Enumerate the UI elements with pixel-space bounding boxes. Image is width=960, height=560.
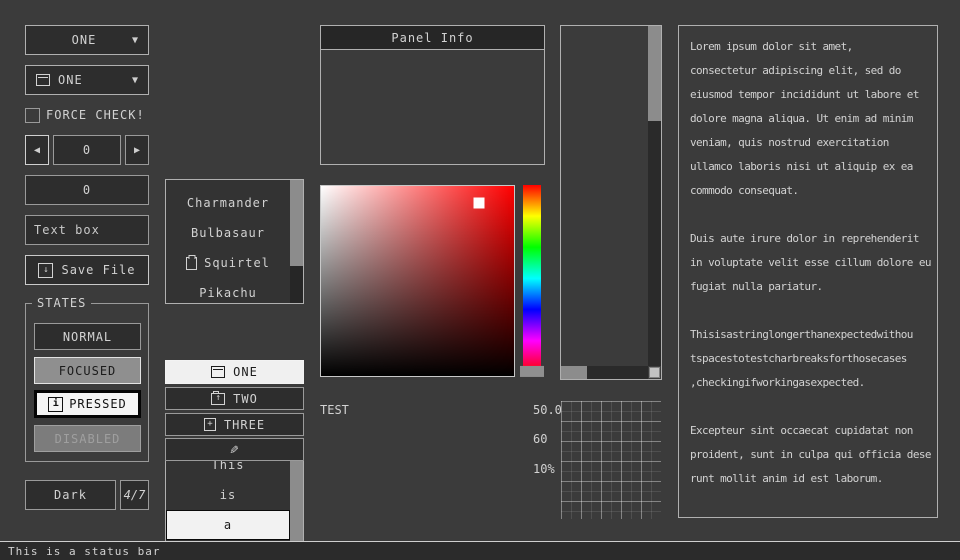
scroll-panel — [560, 25, 662, 380]
text-line: commodo consequat. — [690, 179, 926, 203]
state-button-disabled: DISABLED — [34, 425, 141, 452]
dropdown-two-value: ONE — [58, 73, 132, 87]
scroll-panel-vscrollbar[interactable] — [648, 26, 661, 366]
theme-button[interactable]: Dark — [25, 480, 116, 510]
arrow-right-icon: ▶ — [134, 145, 140, 156]
state-button-focused[interactable]: FOCUSED — [34, 357, 141, 384]
lorem-text-panel: Lorem ipsum dolor sit amet,consectetur a… — [678, 25, 938, 518]
test-slider-label: TEST — [320, 402, 352, 419]
sv-gradient-picker[interactable] — [320, 185, 515, 377]
scroll-panel-hscrollbar[interactable] — [561, 366, 648, 379]
text-line: Excepteur sint occaecat cupidatat non — [690, 419, 926, 443]
stepper-value[interactable]: 0 — [53, 135, 121, 165]
list-item[interactable]: a — [166, 510, 290, 540]
states-group-title: STATES — [32, 296, 91, 310]
info-icon: i — [48, 397, 63, 412]
icon-button-one[interactable]: ONE — [165, 360, 304, 384]
hue-bar[interactable] — [523, 185, 541, 372]
pokemon-list-scrollbar[interactable] — [290, 180, 303, 303]
clipboard-icon — [186, 257, 197, 270]
info-panel: Panel Info — [320, 25, 545, 165]
force-checkbox[interactable]: FORCE CHECK! — [25, 106, 149, 124]
save-icon — [211, 366, 225, 378]
progress-bar-10-value: 10% — [533, 460, 555, 478]
text-line: fugiat nulla pariatur. — [690, 275, 926, 299]
text-line: consectetur adipiscing elit, sed do — [690, 59, 926, 83]
list-item[interactable]: is — [166, 480, 290, 510]
text-line: proident, sunt in culpa qui officia dese — [690, 443, 926, 467]
text-line: Thisisastringlongerthanexpectedwithou — [690, 323, 926, 347]
readonly-value-box: 0 — [25, 175, 149, 205]
save-icon — [36, 74, 50, 86]
text-line — [690, 299, 926, 323]
sv-cursor[interactable] — [474, 198, 485, 209]
chevron-down-icon: ▼ — [132, 35, 138, 46]
page-counter: 4/7 — [120, 480, 149, 510]
download-icon: ↓ — [38, 263, 53, 278]
list-item[interactable]: Pikachu — [166, 278, 290, 304]
dropdown-one-value: ONE — [36, 33, 132, 47]
pencil-button[interactable]: ✎ — [165, 438, 304, 461]
text-line: Duis aute irure dolor in reprehenderit — [690, 227, 926, 251]
stepper-decrement-button[interactable]: ◀ — [25, 135, 49, 165]
hue-handle[interactable] — [520, 366, 544, 377]
scrollbar-corner — [649, 367, 660, 378]
icon-button-one-label: ONE — [233, 365, 258, 379]
state-button-pressed-label: PRESSED — [69, 397, 127, 411]
save-file-label: Save File — [61, 263, 135, 277]
status-bar-text: This is a status bar — [8, 545, 160, 558]
text-line: tspacestotestcharbreaksforthosecases — [690, 347, 926, 371]
stepper-increment-button[interactable]: ▶ — [125, 135, 149, 165]
scrollbar-thumb[interactable] — [561, 366, 587, 379]
text-line: ullamco laboris nisi ut aliquip ex ea — [690, 155, 926, 179]
file-plus-icon: + — [204, 418, 216, 431]
dropdown-two[interactable]: ONE ▼ — [25, 65, 149, 95]
app-window: ONE ▼ ONE ▼ FORCE CHECK! ◀ 0 ▶ 0 ↓ Save … — [0, 0, 960, 560]
list-item[interactable]: Charmander — [166, 188, 290, 218]
state-button-pressed[interactable]: i PRESSED — [34, 390, 141, 418]
grid-panel — [561, 401, 661, 519]
checkbox-box-icon[interactable] — [25, 108, 40, 123]
dropdown-one[interactable]: ONE ▼ — [25, 25, 149, 55]
scrollbar-thumb[interactable] — [648, 26, 661, 121]
progress-bar-60-value: 60 — [533, 430, 547, 448]
icon-button-two[interactable]: ↑ TWO — [165, 387, 304, 410]
text-line — [690, 203, 926, 227]
text-line: eiusmod tempor incididunt ut labore et — [690, 83, 926, 107]
states-group: STATES NORMAL FOCUSED i PRESSED DISABLED — [25, 303, 149, 462]
list-item[interactable]: Bulbasaur — [166, 218, 290, 248]
chevron-down-icon: ▼ — [132, 75, 138, 86]
force-checkbox-label: FORCE CHECK! — [46, 108, 145, 122]
pencil-icon: ✎ — [230, 442, 238, 458]
arrow-left-icon: ◀ — [34, 145, 40, 156]
icon-button-three[interactable]: + THREE — [165, 413, 304, 436]
pokemon-list: CharmanderBulbasaurSquirtelPikachu — [165, 179, 304, 304]
text-line: veniam, quis nostrud exercitation — [690, 131, 926, 155]
list-item[interactable]: Squirtel — [166, 248, 290, 278]
text-line: Lorem ipsum dolor sit amet, — [690, 35, 926, 59]
info-panel-title: Panel Info — [321, 26, 544, 50]
status-bar: This is a status bar — [0, 541, 960, 560]
text-line: runt mollit anim id est laborum. — [690, 467, 926, 491]
scrollbar-thumb[interactable] — [290, 180, 303, 266]
state-button-normal[interactable]: NORMAL — [34, 323, 141, 350]
folder-up-icon: ↑ — [211, 393, 225, 405]
text-input[interactable] — [25, 215, 149, 245]
text-line — [690, 395, 926, 419]
icon-button-three-label: THREE — [224, 418, 265, 432]
text-line: in voluptate velit esse cillum dolore eu — [690, 251, 926, 275]
icon-button-two-label: TWO — [233, 392, 258, 406]
text-line: dolore magna aliqua. Ut enim ad minim — [690, 107, 926, 131]
pokemon-list-items: CharmanderBulbasaurSquirtelPikachu — [166, 180, 290, 304]
text-line: ,checkingifworkingasexpected. — [690, 371, 926, 395]
save-file-button[interactable]: ↓ Save File — [25, 255, 149, 285]
